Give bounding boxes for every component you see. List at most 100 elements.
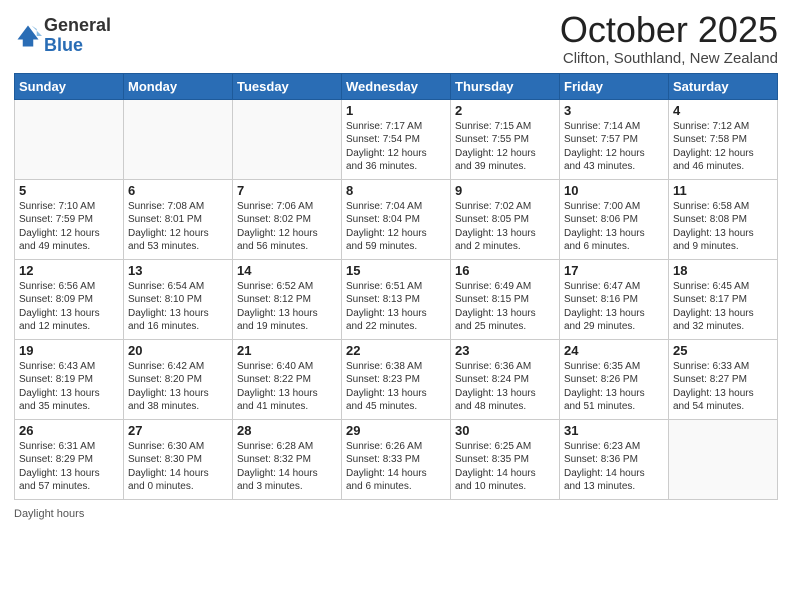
- day-number: 29: [346, 423, 446, 438]
- day-info: Sunrise: 6:47 AM Sunset: 8:16 PM Dayligh…: [564, 280, 664, 334]
- calendar-empty-cell: [233, 99, 342, 179]
- month-title: October 2025: [560, 10, 778, 50]
- day-info: Sunrise: 6:56 AM Sunset: 8:09 PM Dayligh…: [19, 280, 119, 334]
- day-info: Sunrise: 7:14 AM Sunset: 7:57 PM Dayligh…: [564, 120, 664, 174]
- day-info: Sunrise: 7:02 AM Sunset: 8:05 PM Dayligh…: [455, 200, 555, 254]
- day-info: Sunrise: 6:52 AM Sunset: 8:12 PM Dayligh…: [237, 280, 337, 334]
- day-number: 18: [673, 263, 773, 278]
- calendar-day-11: 11 Sunrise: 6:58 AM Sunset: 8:08 PM Dayli…: [669, 179, 778, 259]
- calendar-day-31: 31Sunrise: 6:23 AM Sunset: 8:36 PM Dayli…: [560, 419, 669, 499]
- logo-blue-text: Blue: [44, 36, 111, 56]
- header: General Blue October 2025 Clifton, South…: [14, 10, 778, 67]
- calendar-day-28: 28 Sunrise: 6:28 AM Sunset: 8:32 PM Dayli…: [233, 419, 342, 499]
- calendar-day-1: 1Sunrise: 7:17 AM Sunset: 7:54 PM Daylig…: [342, 99, 451, 179]
- calendar-empty-cell: [15, 99, 124, 179]
- day-info: Sunrise: 7:00 AM Sunset: 8:06 PM Dayligh…: [564, 200, 664, 254]
- title-area: October 2025 Clifton, Southland, New Zea…: [560, 10, 778, 67]
- page: General Blue October 2025 Clifton, South…: [0, 0, 792, 612]
- calendar-day-22: 22 Sunrise: 6:38 AM Sunset: 8:23 PM Dayli…: [342, 339, 451, 419]
- day-number: 23: [455, 343, 555, 358]
- day-info: Sunrise: 7:17 AM Sunset: 7:54 PM Dayligh…: [346, 120, 446, 174]
- calendar-week-row: 12 Sunrise: 6:56 AM Sunset: 8:09 PM Dayli…: [15, 259, 778, 339]
- day-info: Sunrise: 7:12 AM Sunset: 7:58 PM Dayligh…: [673, 120, 773, 174]
- location-subtitle: Clifton, Southland, New Zealand: [560, 50, 778, 67]
- day-number: 21: [237, 343, 337, 358]
- calendar-day-27: 27 Sunrise: 6:30 AM Sunset: 8:30 PM Dayli…: [124, 419, 233, 499]
- calendar-day-30: 30 Sunrise: 6:25 AM Sunset: 8:35 PM Dayli…: [451, 419, 560, 499]
- day-number: 30: [455, 423, 555, 438]
- calendar-day-16: 16Sunrise: 6:49 AM Sunset: 8:15 PM Dayli…: [451, 259, 560, 339]
- calendar-day-8: 8 Sunrise: 7:04 AM Sunset: 8:04 PM Daylig…: [342, 179, 451, 259]
- day-number: 10: [564, 183, 664, 198]
- daylight-label: Daylight hours: [14, 508, 84, 520]
- day-info: Sunrise: 7:06 AM Sunset: 8:02 PM Dayligh…: [237, 200, 337, 254]
- weekday-header-monday: Monday: [124, 73, 233, 99]
- day-info: Sunrise: 6:58 AM Sunset: 8:08 PM Dayligh…: [673, 200, 773, 254]
- day-info: Sunrise: 7:15 AM Sunset: 7:55 PM Dayligh…: [455, 120, 555, 174]
- weekday-header-tuesday: Tuesday: [233, 73, 342, 99]
- calendar-day-25: 25Sunrise: 6:33 AM Sunset: 8:27 PM Dayli…: [669, 339, 778, 419]
- day-number: 5: [19, 183, 119, 198]
- day-info: Sunrise: 6:26 AM Sunset: 8:33 PM Dayligh…: [346, 440, 446, 494]
- day-number: 17: [564, 263, 664, 278]
- day-number: 15: [346, 263, 446, 278]
- weekday-header-saturday: Saturday: [669, 73, 778, 99]
- day-info: Sunrise: 7:08 AM Sunset: 8:01 PM Dayligh…: [128, 200, 228, 254]
- logo-text: General Blue: [44, 16, 111, 56]
- day-info: Sunrise: 6:30 AM Sunset: 8:30 PM Dayligh…: [128, 440, 228, 494]
- day-number: 24: [564, 343, 664, 358]
- weekday-header-row: SundayMondayTuesdayWednesdayThursdayFrid…: [15, 73, 778, 99]
- calendar-day-14: 14 Sunrise: 6:52 AM Sunset: 8:12 PM Dayli…: [233, 259, 342, 339]
- calendar-day-6: 6 Sunrise: 7:08 AM Sunset: 8:01 PM Daylig…: [124, 179, 233, 259]
- calendar-table: SundayMondayTuesdayWednesdayThursdayFrid…: [14, 73, 778, 500]
- day-info: Sunrise: 6:42 AM Sunset: 8:20 PM Dayligh…: [128, 360, 228, 414]
- day-info: Sunrise: 6:43 AM Sunset: 8:19 PM Dayligh…: [19, 360, 119, 414]
- calendar-day-4: 4 Sunrise: 7:12 AM Sunset: 7:58 PM Daylig…: [669, 99, 778, 179]
- day-number: 2: [455, 103, 555, 118]
- calendar-day-29: 29 Sunrise: 6:26 AM Sunset: 8:33 PM Dayli…: [342, 419, 451, 499]
- day-number: 14: [237, 263, 337, 278]
- day-number: 20: [128, 343, 228, 358]
- day-number: 8: [346, 183, 446, 198]
- calendar-empty-cell: [669, 419, 778, 499]
- day-info: Sunrise: 7:04 AM Sunset: 8:04 PM Dayligh…: [346, 200, 446, 254]
- logo-general-text: General: [44, 16, 111, 36]
- day-number: 27: [128, 423, 228, 438]
- day-info: Sunrise: 6:38 AM Sunset: 8:23 PM Dayligh…: [346, 360, 446, 414]
- calendar-day-21: 21 Sunrise: 6:40 AM Sunset: 8:22 PM Dayli…: [233, 339, 342, 419]
- weekday-header-wednesday: Wednesday: [342, 73, 451, 99]
- calendar-day-19: 19 Sunrise: 6:43 AM Sunset: 8:19 PM Dayli…: [15, 339, 124, 419]
- calendar-day-26: 26Sunrise: 6:31 AM Sunset: 8:29 PM Dayli…: [15, 419, 124, 499]
- calendar-day-2: 2 Sunrise: 7:15 AM Sunset: 7:55 PM Daylig…: [451, 99, 560, 179]
- weekday-header-sunday: Sunday: [15, 73, 124, 99]
- day-number: 26: [19, 423, 119, 438]
- calendar-day-17: 17 Sunrise: 6:47 AM Sunset: 8:16 PM Dayli…: [560, 259, 669, 339]
- calendar-day-12: 12 Sunrise: 6:56 AM Sunset: 8:09 PM Dayli…: [15, 259, 124, 339]
- day-info: Sunrise: 6:54 AM Sunset: 8:10 PM Dayligh…: [128, 280, 228, 334]
- day-number: 22: [346, 343, 446, 358]
- calendar-week-row: 1Sunrise: 7:17 AM Sunset: 7:54 PM Daylig…: [15, 99, 778, 179]
- calendar-week-row: 26Sunrise: 6:31 AM Sunset: 8:29 PM Dayli…: [15, 419, 778, 499]
- day-number: 25: [673, 343, 773, 358]
- day-info: Sunrise: 6:40 AM Sunset: 8:22 PM Dayligh…: [237, 360, 337, 414]
- day-number: 4: [673, 103, 773, 118]
- calendar-day-9: 9Sunrise: 7:02 AM Sunset: 8:05 PM Daylig…: [451, 179, 560, 259]
- weekday-header-friday: Friday: [560, 73, 669, 99]
- calendar-week-row: 5Sunrise: 7:10 AM Sunset: 7:59 PM Daylig…: [15, 179, 778, 259]
- calendar-day-3: 3Sunrise: 7:14 AM Sunset: 7:57 PM Daylig…: [560, 99, 669, 179]
- day-info: Sunrise: 6:28 AM Sunset: 8:32 PM Dayligh…: [237, 440, 337, 494]
- day-number: 11: [673, 183, 773, 198]
- calendar-empty-cell: [124, 99, 233, 179]
- day-number: 28: [237, 423, 337, 438]
- calendar-week-row: 19 Sunrise: 6:43 AM Sunset: 8:19 PM Dayli…: [15, 339, 778, 419]
- day-info: Sunrise: 6:45 AM Sunset: 8:17 PM Dayligh…: [673, 280, 773, 334]
- day-number: 7: [237, 183, 337, 198]
- day-number: 19: [19, 343, 119, 358]
- day-number: 12: [19, 263, 119, 278]
- day-number: 6: [128, 183, 228, 198]
- day-info: Sunrise: 6:25 AM Sunset: 8:35 PM Dayligh…: [455, 440, 555, 494]
- footer: Daylight hours: [14, 508, 778, 520]
- day-number: 16: [455, 263, 555, 278]
- calendar-day-10: 10 Sunrise: 7:00 AM Sunset: 8:06 PM Dayli…: [560, 179, 669, 259]
- day-number: 13: [128, 263, 228, 278]
